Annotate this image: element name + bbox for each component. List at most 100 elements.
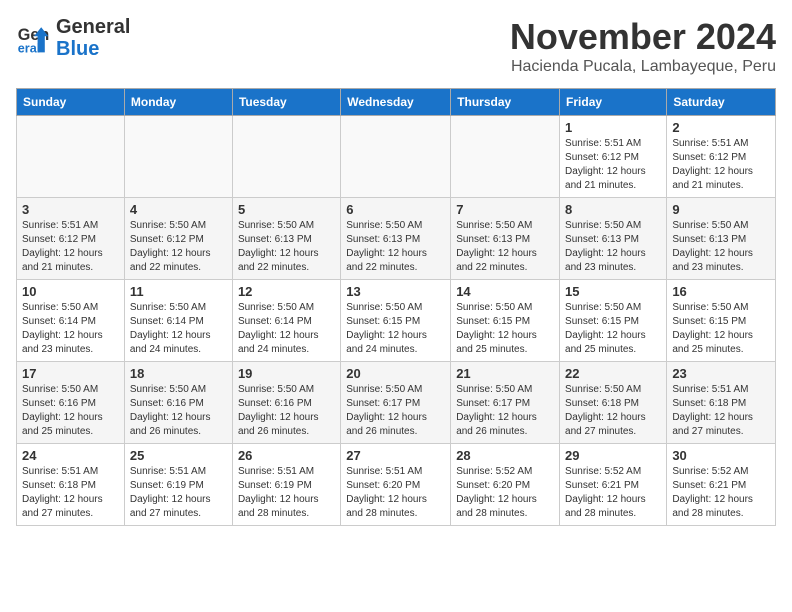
calendar-cell xyxy=(451,116,560,198)
day-info: Sunrise: 5:51 AM Sunset: 6:18 PM Dayligh… xyxy=(22,465,119,521)
day-number: 17 xyxy=(22,366,119,381)
day-number: 25 xyxy=(130,448,227,463)
day-number: 3 xyxy=(22,202,119,217)
day-info: Sunrise: 5:50 AM Sunset: 6:16 PM Dayligh… xyxy=(22,383,119,439)
calendar-cell: 15 Sunrise: 5:50 AM Sunset: 6:15 PM Dayli… xyxy=(560,280,667,362)
calendar-cell: 29 Sunrise: 5:52 AM Sunset: 6:21 PM Dayli… xyxy=(560,444,667,526)
calendar-cell: 26 Sunrise: 5:51 AM Sunset: 6:19 PM Dayli… xyxy=(232,444,340,526)
calendar-cell: 13Sunrise: 5:50 AM Sunset: 6:15 PM Dayli… xyxy=(341,280,451,362)
weekday-header: Tuesday xyxy=(232,89,340,116)
weekday-header: Friday xyxy=(560,89,667,116)
day-number: 15 xyxy=(565,284,661,299)
day-number: 16 xyxy=(672,284,770,299)
day-info: Sunrise: 5:50 AM Sunset: 6:13 PM Dayligh… xyxy=(565,219,661,275)
calendar-cell: 16 Sunrise: 5:50 AM Sunset: 6:15 PM Dayli… xyxy=(667,280,776,362)
calendar-cell: 6 Sunrise: 5:50 AM Sunset: 6:13 PM Daylig… xyxy=(341,198,451,280)
day-number: 24 xyxy=(22,448,119,463)
day-info: Sunrise: 5:50 AM Sunset: 6:15 PM Dayligh… xyxy=(565,301,661,357)
calendar-week-row: 17 Sunrise: 5:50 AM Sunset: 6:16 PM Dayli… xyxy=(17,362,776,444)
calendar-cell: 2 Sunrise: 5:51 AM Sunset: 6:12 PM Daylig… xyxy=(667,116,776,198)
calendar-cell: 12 Sunrise: 5:50 AM Sunset: 6:14 PM Dayli… xyxy=(232,280,340,362)
day-info: Sunrise: 5:50 AM Sunset: 6:17 PM Dayligh… xyxy=(456,383,554,439)
day-number: 1 xyxy=(565,120,661,135)
day-number: 6 xyxy=(346,202,445,217)
day-number: 29 xyxy=(565,448,661,463)
day-info: Sunrise: 5:50 AM Sunset: 6:13 PM Dayligh… xyxy=(346,219,445,275)
day-info: Sunrise: 5:50 AM Sunset: 6:17 PM Dayligh… xyxy=(346,383,445,439)
calendar-cell: 25 Sunrise: 5:51 AM Sunset: 6:19 PM Dayli… xyxy=(124,444,232,526)
day-number: 22 xyxy=(565,366,661,381)
day-info: Sunrise: 5:52 AM Sunset: 6:21 PM Dayligh… xyxy=(565,465,661,521)
day-info: Sunrise: 5:50 AM Sunset: 6:14 PM Dayligh… xyxy=(130,301,227,357)
calendar-cell xyxy=(341,116,451,198)
calendar-header-row: SundayMondayTuesdayWednesdayThursdayFrid… xyxy=(17,89,776,116)
day-number: 13 xyxy=(346,284,445,299)
calendar-week-row: 24 Sunrise: 5:51 AM Sunset: 6:18 PM Dayli… xyxy=(17,444,776,526)
day-number: 4 xyxy=(130,202,227,217)
weekday-header: Sunday xyxy=(17,89,125,116)
calendar-cell: 4 Sunrise: 5:50 AM Sunset: 6:12 PM Daylig… xyxy=(124,198,232,280)
logo-icon: Gen eral xyxy=(16,20,52,56)
month-title: November 2024 xyxy=(510,16,776,58)
calendar-cell: 11 Sunrise: 5:50 AM Sunset: 6:14 PM Dayli… xyxy=(124,280,232,362)
calendar-body: 1 Sunrise: 5:51 AM Sunset: 6:12 PM Daylig… xyxy=(17,116,776,526)
calendar-cell: 22 Sunrise: 5:50 AM Sunset: 6:18 PM Dayli… xyxy=(560,362,667,444)
day-number: 5 xyxy=(238,202,335,217)
calendar-week-row: 1 Sunrise: 5:51 AM Sunset: 6:12 PM Daylig… xyxy=(17,116,776,198)
day-info: Sunrise: 5:50 AM Sunset: 6:16 PM Dayligh… xyxy=(238,383,335,439)
day-number: 7 xyxy=(456,202,554,217)
day-info: Sunrise: 5:50 AM Sunset: 6:14 PM Dayligh… xyxy=(22,301,119,357)
svg-text:eral: eral xyxy=(18,41,40,55)
day-info: Sunrise: 5:50 AM Sunset: 6:12 PM Dayligh… xyxy=(130,219,227,275)
day-info: Sunrise: 5:51 AM Sunset: 6:12 PM Dayligh… xyxy=(672,137,770,193)
day-number: 14 xyxy=(456,284,554,299)
day-info: Sunrise: 5:50 AM Sunset: 6:15 PM Dayligh… xyxy=(456,301,554,357)
day-info: Sunrise: 5:51 AM Sunset: 6:19 PM Dayligh… xyxy=(130,465,227,521)
day-number: 19 xyxy=(238,366,335,381)
calendar-cell: 23 Sunrise: 5:51 AM Sunset: 6:18 PM Dayli… xyxy=(667,362,776,444)
calendar-cell: 20 Sunrise: 5:50 AM Sunset: 6:17 PM Dayli… xyxy=(341,362,451,444)
location: Hacienda Pucala, Lambayeque, Peru xyxy=(510,58,776,76)
calendar-cell: 10 Sunrise: 5:50 AM Sunset: 6:14 PM Dayli… xyxy=(17,280,125,362)
page-header: Gen eral General Blue November 2024 Haci… xyxy=(16,16,776,76)
calendar-cell: 5 Sunrise: 5:50 AM Sunset: 6:13 PM Daylig… xyxy=(232,198,340,280)
day-info: Sunrise: 5:50 AM Sunset: 6:14 PM Dayligh… xyxy=(238,301,335,357)
calendar-cell: 14 Sunrise: 5:50 AM Sunset: 6:15 PM Dayli… xyxy=(451,280,560,362)
day-info: Sunrise: 5:51 AM Sunset: 6:19 PM Dayligh… xyxy=(238,465,335,521)
day-number: 28 xyxy=(456,448,554,463)
day-info: Sunrise: 5:50 AM Sunset: 6:18 PM Dayligh… xyxy=(565,383,661,439)
calendar-cell: 30Sunrise: 5:52 AM Sunset: 6:21 PM Dayli… xyxy=(667,444,776,526)
day-info: Sunrise: 5:52 AM Sunset: 6:20 PM Dayligh… xyxy=(456,465,554,521)
day-info: Sunrise: 5:50 AM Sunset: 6:13 PM Dayligh… xyxy=(456,219,554,275)
title-block: November 2024 Hacienda Pucala, Lambayequ… xyxy=(510,16,776,76)
day-number: 8 xyxy=(565,202,661,217)
calendar-cell: 1Sunrise: 5:51 AM Sunset: 6:12 PM Daylig… xyxy=(560,116,667,198)
calendar-cell: 7 Sunrise: 5:50 AM Sunset: 6:13 PM Daylig… xyxy=(451,198,560,280)
day-number: 9 xyxy=(672,202,770,217)
day-info: Sunrise: 5:50 AM Sunset: 6:16 PM Dayligh… xyxy=(130,383,227,439)
calendar-table: SundayMondayTuesdayWednesdayThursdayFrid… xyxy=(16,88,776,526)
day-info: Sunrise: 5:52 AM Sunset: 6:21 PM Dayligh… xyxy=(672,465,770,521)
calendar-cell: 8 Sunrise: 5:50 AM Sunset: 6:13 PM Daylig… xyxy=(560,198,667,280)
calendar-cell: 17 Sunrise: 5:50 AM Sunset: 6:16 PM Dayli… xyxy=(17,362,125,444)
calendar-cell xyxy=(17,116,125,198)
day-info: Sunrise: 5:50 AM Sunset: 6:15 PM Dayligh… xyxy=(672,301,770,357)
day-number: 11 xyxy=(130,284,227,299)
weekday-header: Wednesday xyxy=(341,89,451,116)
day-number: 26 xyxy=(238,448,335,463)
day-number: 23 xyxy=(672,366,770,381)
calendar-week-row: 10 Sunrise: 5:50 AM Sunset: 6:14 PM Dayli… xyxy=(17,280,776,362)
day-info: Sunrise: 5:50 AM Sunset: 6:13 PM Dayligh… xyxy=(238,219,335,275)
day-info: Sunrise: 5:51 AM Sunset: 6:18 PM Dayligh… xyxy=(672,383,770,439)
calendar-cell: 19 Sunrise: 5:50 AM Sunset: 6:16 PM Dayli… xyxy=(232,362,340,444)
day-number: 10 xyxy=(22,284,119,299)
weekday-header: Monday xyxy=(124,89,232,116)
calendar-cell: 24 Sunrise: 5:51 AM Sunset: 6:18 PM Dayli… xyxy=(17,444,125,526)
calendar-cell: 3Sunrise: 5:51 AM Sunset: 6:12 PM Daylig… xyxy=(17,198,125,280)
calendar-cell: 27Sunrise: 5:51 AM Sunset: 6:20 PM Dayli… xyxy=(341,444,451,526)
day-number: 20 xyxy=(346,366,445,381)
weekday-header: Saturday xyxy=(667,89,776,116)
logo-line2: Blue xyxy=(56,38,130,60)
day-number: 2 xyxy=(672,120,770,135)
day-number: 12 xyxy=(238,284,335,299)
